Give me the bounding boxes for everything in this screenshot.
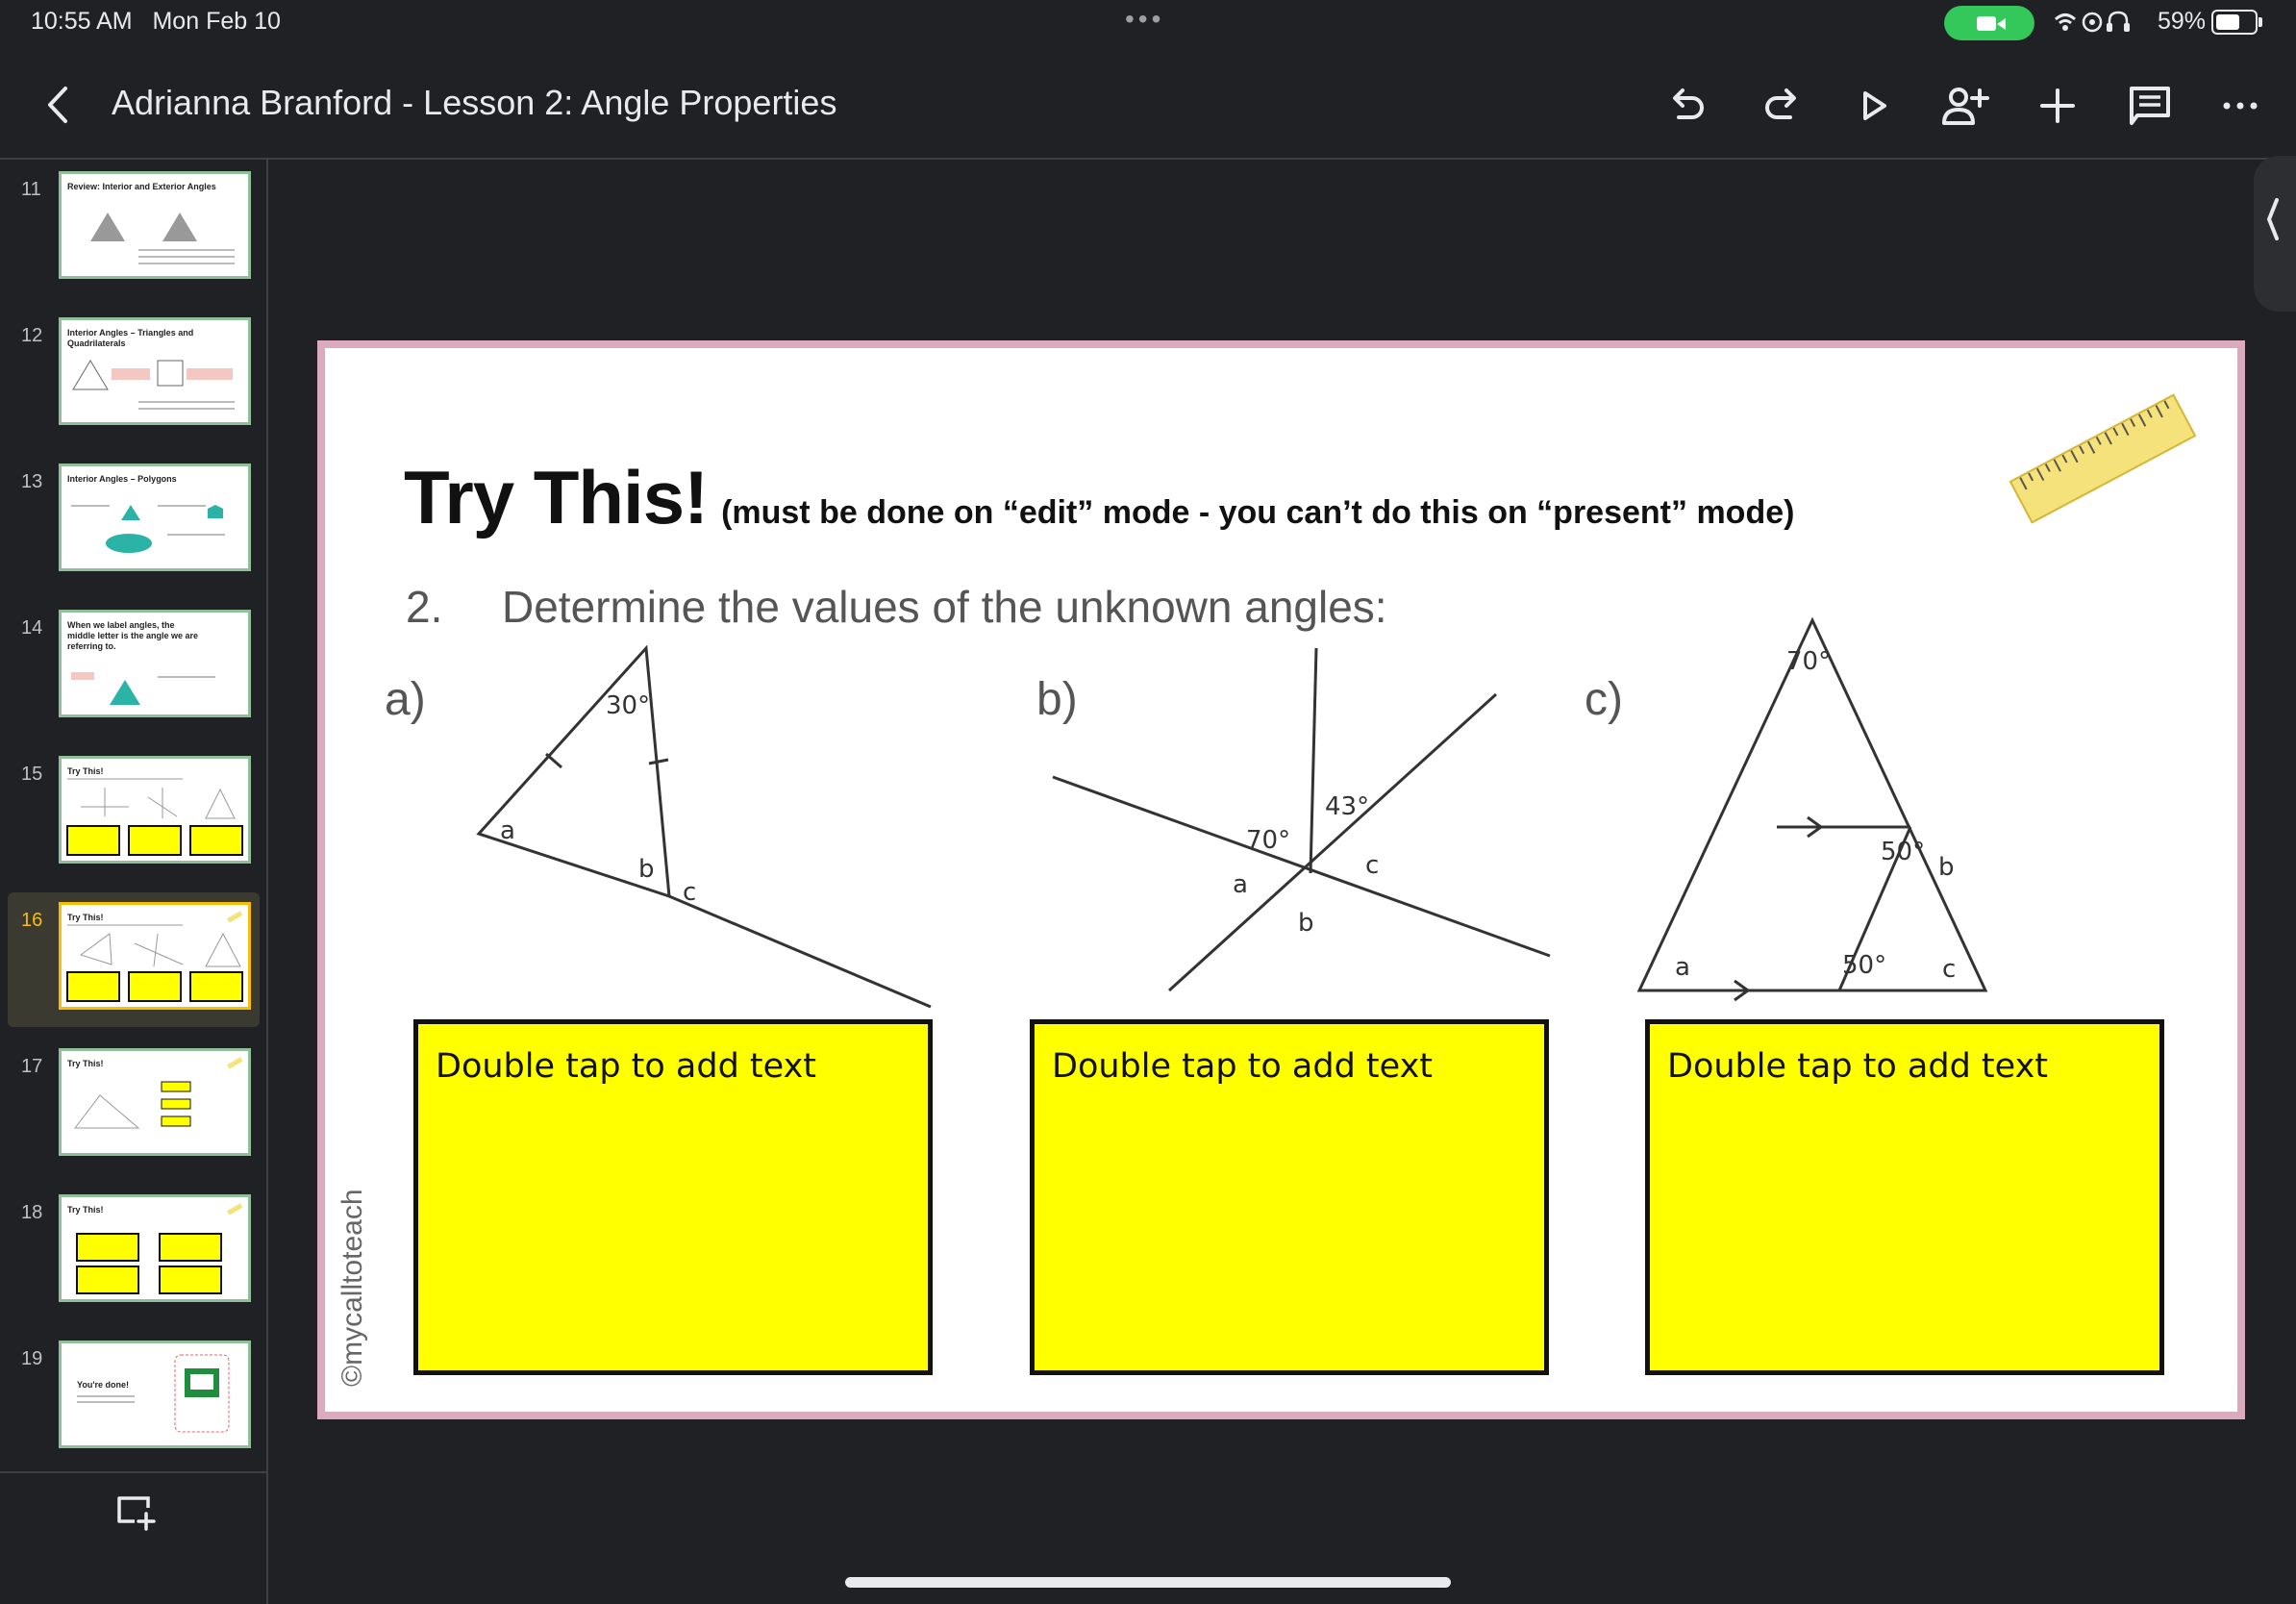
slide-thumbnail-19[interactable]: 19 You're done! [8, 1331, 260, 1466]
toolbar: Adrianna Branford - Lesson 2: Angle Prop… [0, 60, 2296, 148]
chevron-left-icon [2267, 198, 2279, 240]
diagram-c-unknown: c [1942, 955, 1956, 984]
slide-thumbnail-16[interactable]: 16 Try This! [8, 892, 260, 1027]
diagram-b-line [1167, 692, 1498, 992]
diagram-a-unknown: c [683, 878, 696, 907]
multitasking-dots-icon[interactable]: ••• [1125, 4, 1164, 35]
undo-icon [1673, 88, 1704, 119]
notes-icon [2130, 87, 2170, 125]
slide-thumbnail-13[interactable]: 13 Interior Angles – Polygons [8, 454, 260, 589]
speaker-notes-button[interactable] [2123, 79, 2177, 133]
diagram-a-angle-label: 30° [606, 691, 650, 720]
diagram-a-unknown: a [500, 816, 515, 845]
filmstrip-border [266, 160, 268, 1604]
plus-icon [2040, 88, 2075, 123]
new-slide-button[interactable] [113, 1492, 156, 1531]
redo-icon [1765, 88, 1796, 119]
present-button[interactable] [1846, 79, 1900, 133]
diagram-c-unknown: a [1675, 953, 1690, 982]
slide-thumbnail-12[interactable]: 12 Interior Angles – Triangles and Quadr… [8, 308, 260, 442]
more-horizontal-icon [2223, 102, 2258, 110]
diagram-c-unknown: b [1938, 853, 1955, 882]
diagram-b-angle-label: 70° [1246, 826, 1290, 855]
toolbar-divider [0, 158, 2296, 160]
answer-box-c[interactable]: Double tap to add text [1645, 1019, 2164, 1375]
diagram-c-angle-label: 50° [1881, 838, 1925, 866]
diagram-b-line [1309, 647, 1318, 874]
play-icon [1863, 91, 1886, 120]
chevron-left-icon [48, 87, 67, 123]
slide-thumbnail-14[interactable]: 14 When we label angles, the middle lett… [8, 600, 260, 735]
insert-button[interactable] [2031, 79, 2084, 133]
share-button[interactable] [1938, 79, 1992, 133]
camera-in-use-icon[interactable] [1944, 6, 2034, 40]
diagram-a-tick [648, 758, 669, 765]
slide-thumbnail-11[interactable]: 11 Review: Interior and Exterior Angles [8, 162, 260, 296]
watermark: ©mycalltoteach [337, 1189, 368, 1387]
slide-thumbnail-15[interactable]: 15 Try This! [8, 746, 260, 881]
diagram-b-unknown: a [1233, 870, 1248, 899]
diagram-a-tick [545, 752, 562, 769]
home-indicator[interactable] [845, 1577, 1451, 1588]
redo-button[interactable] [1754, 79, 1808, 133]
document-title[interactable]: Adrianna Branford - Lesson 2: Angle Prop… [112, 83, 836, 123]
diagram-c-angle-label: 50° [1842, 951, 1886, 980]
slide-canvas[interactable]: Try This! (must be done on “edit” mode - … [317, 340, 2245, 1419]
diagram-b-unknown: c [1365, 851, 1379, 880]
answer-box-a[interactable]: Double tap to add text [413, 1019, 933, 1375]
status-time: 10:55 AM Mon Feb 10 [31, 8, 281, 35]
battery-percent: 59% [2158, 8, 2207, 35]
battery-icon [2211, 10, 2262, 35]
undo-button[interactable] [1661, 79, 1715, 133]
slide-thumbnail-18[interactable]: 18 Try This! [8, 1185, 260, 1319]
wifi-icon [2050, 8, 2175, 43]
diagram-a-unknown: b [638, 855, 655, 884]
more-options-button[interactable] [2213, 79, 2267, 133]
slide-filmstrip[interactable]: 11 Review: Interior and Exterior Angles … [0, 160, 267, 1604]
diagram-c-angle-label: 70° [1786, 647, 1831, 676]
diagram-b-angle-label: 43° [1325, 792, 1369, 821]
back-button[interactable] [38, 81, 81, 129]
answer-box-b[interactable]: Double tap to add text [1030, 1019, 1549, 1375]
add-slide-icon [117, 1496, 156, 1531]
slide-thumbnail-17[interactable]: 17 Try This! [8, 1039, 260, 1173]
angle-diagrams: 30° a b c 43° 70° a b c 70° 50° 50° a b … [476, 616, 1988, 1009]
filmstrip-divider [0, 1471, 267, 1473]
status-bar: 10:55 AM Mon Feb 10 ••• 59% [0, 0, 2296, 44]
side-panel-toggle[interactable] [2254, 156, 2296, 312]
add-person-icon [1942, 88, 1989, 125]
diagram-a-extension [668, 894, 932, 1009]
diagram-b-unknown: b [1298, 909, 1314, 938]
